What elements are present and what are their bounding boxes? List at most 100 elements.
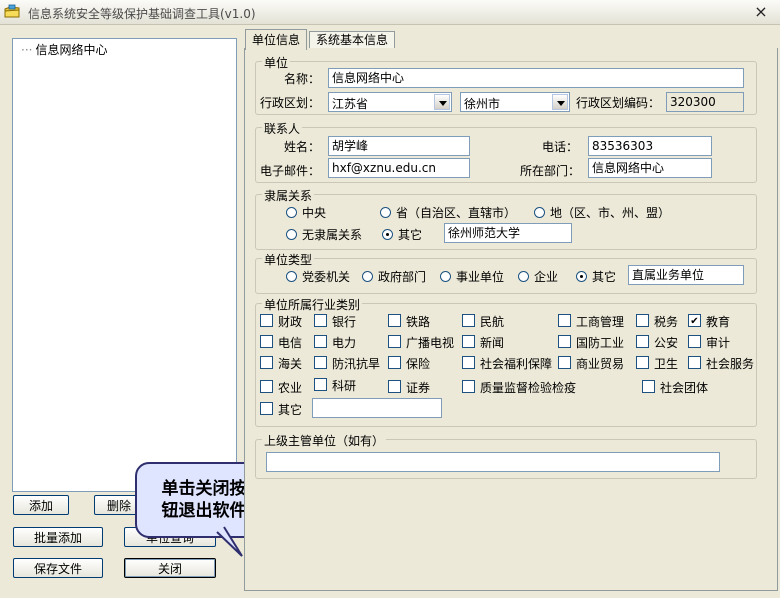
industry-checkbox[interactable] [642, 380, 655, 393]
radio-party[interactable] [286, 271, 297, 282]
industry-checkbox[interactable] [636, 335, 649, 348]
close-window-icon[interactable]: × [751, 3, 771, 21]
unit-name-label: 名称： [284, 72, 321, 86]
chevron-down-icon[interactable] [552, 94, 568, 110]
industry-label: 新闻 [480, 336, 505, 350]
industry-label: 科研 [332, 379, 357, 393]
industry-checkbox[interactable] [462, 356, 475, 369]
tree-item[interactable]: ··· 信息网络中心 [21, 41, 107, 58]
unit-group-title: 单位 [262, 54, 291, 71]
industry-checkbox[interactable] [260, 314, 273, 327]
radio-affiliation-other[interactable] [382, 229, 393, 240]
province-select[interactable]: 江苏省 [328, 92, 452, 112]
industry-label: 保险 [406, 357, 431, 371]
unit-group: 单位 名称： 信息网络中心 行政区划： 江苏省 徐州市 行政区划编码： 3203… [255, 54, 757, 115]
industry-label: 证券 [406, 381, 431, 395]
region-code-field: 320300 [666, 92, 744, 112]
radio-type-other[interactable] [576, 271, 587, 282]
industry-checkbox[interactable] [260, 402, 273, 415]
industry-label: 其它 [278, 403, 303, 417]
unit-tree[interactable]: ··· 信息网络中心 [12, 38, 237, 492]
chevron-down-icon[interactable] [434, 94, 450, 110]
radio-institution-label: 事业单位 [456, 270, 505, 284]
radio-central[interactable] [286, 207, 297, 218]
industry-label: 银行 [332, 315, 357, 329]
batch-add-button[interactable]: 批量添加 [13, 527, 103, 547]
industry-label: 农业 [278, 381, 303, 395]
industry-label: 电力 [332, 336, 357, 350]
industry-label: 财政 [278, 315, 303, 329]
industry-checkbox[interactable] [462, 380, 475, 393]
superior-group-title: 上级主管单位（如有） [262, 432, 387, 449]
industry-label: 防汛抗旱 [332, 357, 381, 371]
industry-checkbox[interactable] [558, 356, 571, 369]
industry-checkbox[interactable] [260, 380, 273, 393]
unit-name-input[interactable]: 信息网络中心 [328, 68, 744, 88]
dept-label: 所在部门： [520, 164, 581, 178]
email-input[interactable]: hxf@xznu.edu.cn [328, 158, 470, 178]
unit-type-other-input[interactable]: 直属业务单位 [628, 265, 744, 285]
superior-group: 上级主管单位（如有） [255, 432, 757, 479]
unit-type-group-title: 单位类型 [262, 251, 315, 268]
radio-province[interactable] [380, 207, 391, 218]
industry-label: 商业贸易 [576, 357, 625, 371]
industry-checkbox[interactable] [314, 335, 327, 348]
dept-input[interactable]: 信息网络中心 [588, 158, 712, 178]
industry-checkbox[interactable] [260, 335, 273, 348]
industry-label: 教育 [706, 315, 731, 329]
radio-no-affiliation[interactable] [286, 229, 297, 240]
industry-checkbox[interactable] [260, 356, 273, 369]
industry-checkbox[interactable] [388, 380, 401, 393]
industry-checkbox[interactable] [558, 335, 571, 348]
radio-no-affiliation-label: 无隶属关系 [302, 228, 363, 242]
main-window: 信息系统安全等级保护基础调查工具(v1.0) × ··· 信息网络中心 添加 删除… [0, 0, 780, 598]
industry-label: 民航 [480, 315, 505, 329]
close-button[interactable]: 关闭 [124, 558, 216, 578]
radio-enterprise[interactable] [518, 271, 529, 282]
tab-unit-info[interactable]: 单位信息 [245, 29, 308, 50]
industry-group: 单位所属行业类别 财政 银行 铁路 民航 工商管理 税务 教育 电信 电力 广播… [255, 296, 757, 427]
radio-province-label: 省（自治区、直辖市） [396, 206, 517, 220]
industry-label: 电信 [278, 336, 303, 350]
industry-checkbox[interactable] [636, 314, 649, 327]
industry-checkbox[interactable] [462, 335, 475, 348]
affiliation-other-input[interactable]: 徐州师范大学 [444, 223, 572, 243]
title-bar[interactable]: 信息系统安全等级保护基础调查工具(v1.0) × [0, 0, 780, 25]
industry-checkbox[interactable] [314, 314, 327, 327]
tab-panel: 单位 名称： 信息网络中心 行政区划： 江苏省 徐州市 行政区划编码： 3203… [244, 48, 778, 591]
radio-government[interactable] [362, 271, 373, 282]
industry-checkbox[interactable] [314, 356, 327, 369]
affiliation-group-title: 隶属关系 [262, 187, 315, 204]
province-value: 江苏省 [332, 97, 369, 111]
industry-checkbox[interactable] [314, 378, 327, 391]
region-label: 行政区划： [260, 96, 321, 110]
tab-system-info[interactable]: 系统基本信息 [309, 31, 396, 49]
industry-checkbox[interactable] [636, 356, 649, 369]
radio-institution[interactable] [440, 271, 451, 282]
contact-name-input[interactable]: 胡学峰 [328, 136, 470, 156]
industry-checkbox[interactable] [688, 314, 701, 327]
radio-central-label: 中央 [302, 206, 327, 220]
industry-label: 铁路 [406, 315, 431, 329]
affiliation-group: 隶属关系 中央 省（自治区、直辖市） 地（区、市、州、盟） 无隶属关系 其它 徐… [255, 187, 757, 250]
industry-checkbox[interactable] [388, 335, 401, 348]
email-label: 电子邮件： [260, 164, 321, 178]
unit-type-group: 单位类型 党委机关 政府部门 事业单位 企业 其它 直属业务单位 [255, 251, 757, 294]
industry-label: 社会团体 [660, 381, 709, 395]
add-button[interactable]: 添加 [13, 495, 69, 515]
industry-other-input[interactable] [312, 398, 442, 418]
industry-checkbox[interactable] [688, 356, 701, 369]
industry-checkbox[interactable] [388, 356, 401, 369]
region-code-label: 行政区划编码： [576, 96, 661, 110]
city-select[interactable]: 徐州市 [460, 92, 570, 112]
industry-checkbox[interactable] [558, 314, 571, 327]
industry-checkbox[interactable] [388, 314, 401, 327]
superior-input[interactable] [266, 452, 720, 472]
save-file-button[interactable]: 保存文件 [13, 558, 103, 578]
radio-affiliation-other-label: 其它 [398, 228, 423, 242]
radio-prefecture[interactable] [534, 207, 545, 218]
industry-checkbox[interactable] [688, 335, 701, 348]
phone-input[interactable]: 83536303 [588, 136, 712, 156]
industry-checkbox[interactable] [462, 314, 475, 327]
industry-label: 公安 [654, 336, 679, 350]
